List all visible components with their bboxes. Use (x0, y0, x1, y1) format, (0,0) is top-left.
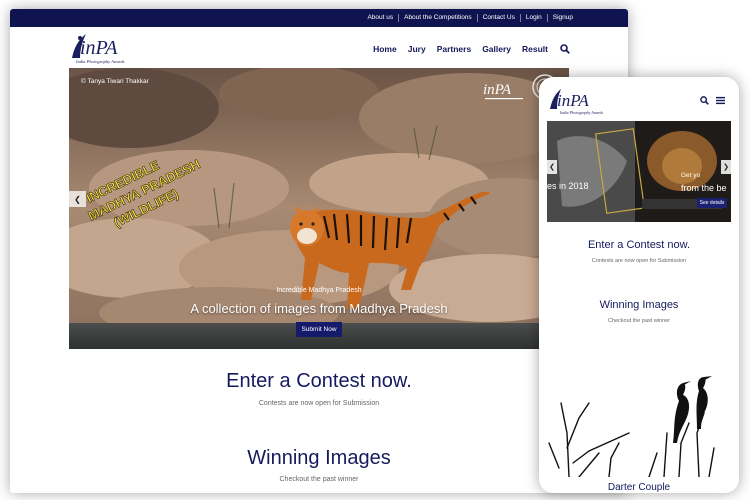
submit-now-button[interactable]: Submit Now (296, 322, 342, 337)
svg-text:India Photography Awards: India Photography Awards (559, 110, 604, 115)
nav-jury[interactable]: Jury (408, 44, 426, 54)
hero-title: A collection of images from Madhya Prade… (190, 301, 448, 316)
mobile-slider-caption-right-1: Get yo (681, 172, 701, 179)
contest-subheading: Contests are now open for Submission (258, 400, 380, 407)
menu-icon[interactable] (716, 96, 725, 105)
mobile-slider: es in 2018 Get yo from the be See detail… (547, 121, 731, 222)
topbar-contact-link[interactable]: Contact Us (476, 14, 520, 22)
chevron-right-icon[interactable]: ❯ (721, 160, 731, 174)
topbar-signup-link[interactable]: Signup (546, 14, 578, 22)
mobile-winning-subheading: Checkout the past winner (607, 318, 671, 324)
winning-heading: Winning Images (247, 447, 391, 469)
hero-slider: INCREDIBLE MADHYA PRADESH (WILDLIFE) © T… (69, 68, 569, 349)
photo-credit: © Tanya Tiwari Thakkar (81, 78, 149, 85)
mobile-winning-heading: Winning Images (599, 299, 679, 311)
svg-text:inPA: inPA (483, 82, 512, 98)
hero-logo: inPA (483, 82, 523, 100)
mobile-image-caption: Darter Couple (607, 482, 671, 493)
mobile-header: inPA India Photography Awards (539, 77, 739, 121)
svg-text:inPA: inPA (80, 37, 118, 59)
contest-heading: Enter a Contest now. (226, 370, 412, 392)
topbar-login-link[interactable]: Login (519, 14, 547, 22)
mobile-slider-caption-right-2: from the be (681, 183, 727, 193)
nav-result[interactable]: Result (522, 44, 548, 54)
nav-home[interactable]: Home (373, 44, 397, 54)
chevron-left-icon[interactable]: ❮ (547, 160, 557, 174)
hero-subtitle: Incredible Madhya Pradesh (276, 287, 362, 294)
nav-partners[interactable]: Partners (437, 44, 472, 54)
search-icon[interactable] (700, 96, 709, 105)
top-bar: About us About the Competitions Contact … (10, 9, 628, 27)
mobile-header-icons (700, 96, 725, 105)
topbar-competitions-link[interactable]: About the Competitions (398, 14, 477, 22)
mobile-contest-heading: Enter a Contest now. (587, 239, 691, 251)
mobile-mockup: inPA India Photography Awards es in 2018… (539, 77, 739, 493)
darter-birds-image (548, 376, 715, 477)
chevron-left-icon[interactable]: ❮ (69, 191, 86, 207)
winning-subheading: Checkout the past winner (279, 476, 359, 483)
topbar-about-link[interactable]: About us (362, 14, 398, 22)
svg-text:inPA: inPA (557, 91, 589, 110)
logo-mark: inPA (72, 34, 118, 59)
logo-tagline: India Photography Awards (76, 59, 125, 64)
search-icon[interactable] (560, 44, 570, 54)
see-details-button[interactable]: See details (697, 198, 727, 208)
desktop-mockup: About us About the Competitions Contact … (10, 9, 628, 493)
mobile-contest-subheading: Contests are now open for Submission (591, 258, 687, 264)
nav-gallery[interactable]: Gallery (482, 44, 511, 54)
main-nav: Home Jury Partners Gallery Result (362, 44, 570, 54)
site-header: inPA India Photography Awards Home Jury … (10, 27, 628, 67)
site-logo[interactable]: inPA India Photography Awards (68, 32, 138, 66)
mobile-slider-caption-left: es in 2018 (547, 181, 589, 191)
mobile-logo[interactable]: inPA India Photography Awards (548, 85, 604, 117)
